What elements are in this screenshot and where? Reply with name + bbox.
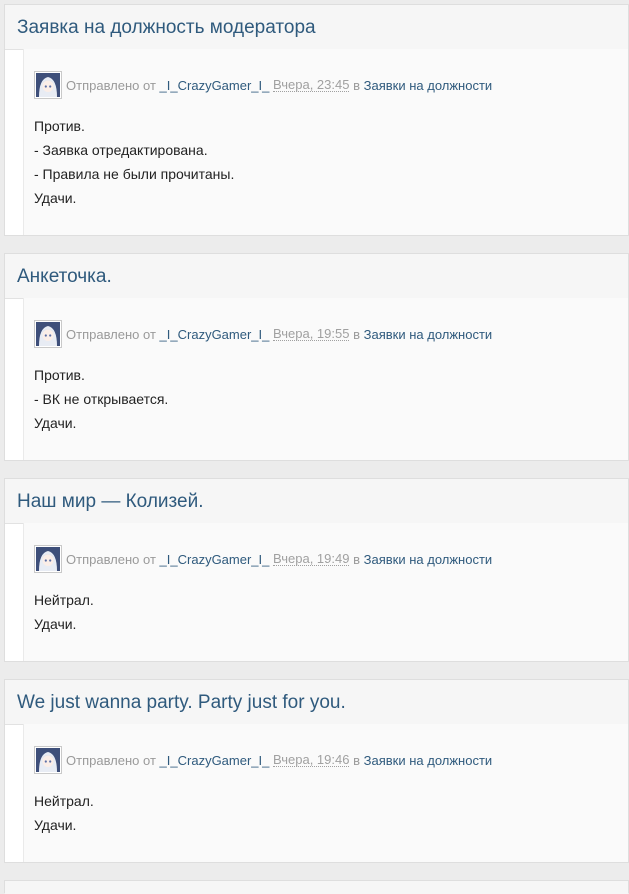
sent-by-label: Отправлено от (66, 752, 156, 768)
anime-avatar-icon (36, 748, 60, 772)
sent-by-label: Отправлено от (66, 77, 156, 93)
anime-avatar-icon (36, 547, 60, 571)
sent-by-label: Отправлено от (66, 551, 156, 567)
post-header: Анкеточка. (5, 254, 628, 299)
post-line: - Заявка отредактирована. (34, 142, 208, 158)
forum-link[interactable]: Заявки на должности (364, 327, 493, 342)
post-meta: Отправлено от _I_CrazyGamer_I_ Вчера, 19… (34, 320, 492, 348)
post-header: We just wanna party. Party just for you. (5, 680, 628, 725)
post-card: Анкеточка. Отправлено от _I_CrazyGamer_I… (4, 253, 629, 461)
author-link[interactable]: _I_CrazyGamer_I_ (160, 552, 270, 567)
avatar[interactable] (34, 545, 62, 573)
post-title-link[interactable]: Заявка на должность модератора (17, 18, 316, 37)
post-text: Против. - Заявка отредактирована. - Прав… (34, 114, 234, 210)
in-label: в (353, 326, 360, 342)
post-meta: Отправлено от _I_CrazyGamer_I_ Вчера, 23… (34, 71, 492, 99)
author-link[interactable]: _I_CrazyGamer_I_ (160, 753, 270, 768)
post-meta: Отправлено от _I_CrazyGamer_I_ Вчера, 19… (34, 746, 492, 774)
post-line: Удачи. (34, 616, 77, 632)
post-header: Наш мир — Колизей. (5, 479, 628, 524)
post-card: We just wanna party. Party just for you.… (4, 679, 629, 863)
anime-avatar-icon (36, 322, 60, 346)
in-label: в (353, 752, 360, 768)
post-card-partial (4, 880, 629, 894)
post-line: Против. (34, 367, 85, 383)
post-date: Вчера, 23:45 (273, 77, 350, 92)
post-card: Заявка на должность модератора Отправлен… (4, 4, 629, 236)
post-date: Вчера, 19:46 (273, 752, 350, 767)
post-line: Удачи. (34, 415, 77, 431)
post-header: Заявка на должность модератора (5, 5, 628, 50)
post-title-link[interactable]: We just wanna party. Party just for you. (17, 693, 346, 712)
post-date: Вчера, 19:49 (273, 551, 350, 566)
post-title-link[interactable]: Наш мир — Колизей. (17, 492, 203, 511)
avatar[interactable] (34, 320, 62, 348)
avatar[interactable] (34, 746, 62, 774)
forum-link[interactable]: Заявки на должности (364, 552, 493, 567)
post-line: Нейтрал. (34, 793, 94, 809)
post-line: Нейтрал. (34, 592, 94, 608)
post-line: Против. (34, 118, 85, 134)
avatar[interactable] (34, 71, 62, 99)
anime-avatar-icon (36, 73, 60, 97)
post-date: Вчера, 19:55 (273, 326, 350, 341)
post-line: - ВК не открывается. (34, 391, 169, 407)
in-label: в (353, 77, 360, 93)
forum-link[interactable]: Заявки на должности (364, 753, 493, 768)
post-card: Наш мир — Колизей. Отправлено от _I_Craz… (4, 478, 629, 662)
post-body-panel: Отправлено от _I_CrazyGamer_I_ Вчера, 19… (23, 523, 628, 661)
post-line: - Правила не были прочитаны. (34, 166, 235, 182)
post-body-panel: Отправлено от _I_CrazyGamer_I_ Вчера, 19… (23, 724, 628, 862)
author-link[interactable]: _I_CrazyGamer_I_ (160, 327, 270, 342)
in-label: в (353, 551, 360, 567)
post-body-panel: Отправлено от _I_CrazyGamer_I_ Вчера, 23… (23, 49, 628, 235)
post-header (5, 881, 628, 894)
post-meta: Отправлено от _I_CrazyGamer_I_ Вчера, 19… (34, 545, 492, 573)
author-link[interactable]: _I_CrazyGamer_I_ (160, 78, 270, 93)
post-line: Удачи. (34, 817, 77, 833)
sent-by-label: Отправлено от (66, 326, 156, 342)
post-text: Нейтрал. Удачи. (34, 789, 94, 837)
forum-link[interactable]: Заявки на должности (364, 78, 493, 93)
post-body-panel: Отправлено от _I_CrazyGamer_I_ Вчера, 19… (23, 298, 628, 460)
post-line: Удачи. (34, 190, 77, 206)
post-title-link[interactable]: Анкеточка. (17, 267, 112, 286)
post-text: Нейтрал. Удачи. (34, 588, 94, 636)
post-text: Против. - ВК не открывается. Удачи. (34, 363, 168, 435)
